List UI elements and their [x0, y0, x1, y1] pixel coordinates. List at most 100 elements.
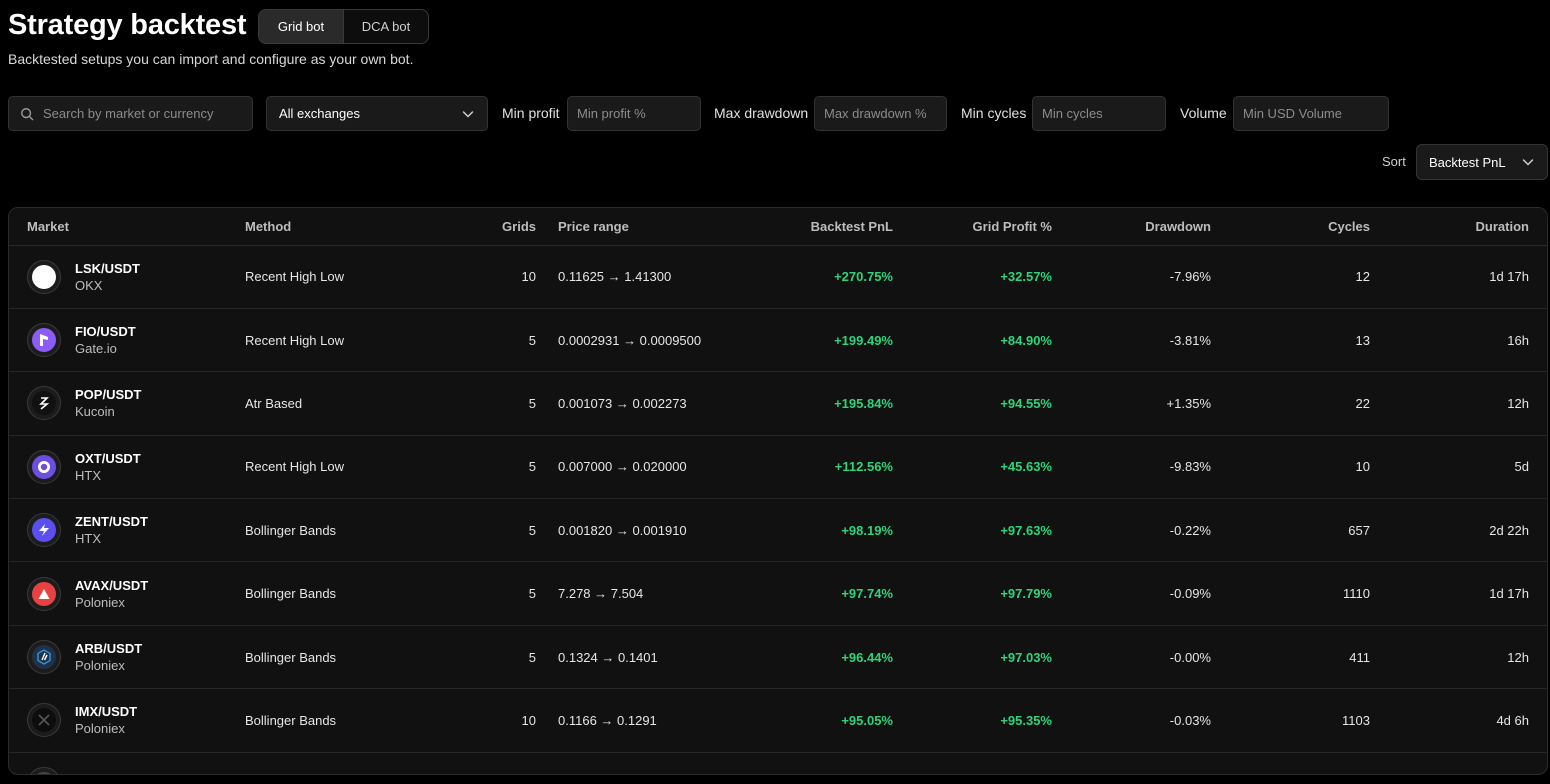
method-cell: Bollinger Bands [245, 561, 477, 626]
market-cell: LSK/USDT OKX [27, 259, 245, 294]
backtest-pnl-cell: +95.05% [756, 688, 893, 753]
table-row[interactable]: ZENT/USDT HTX Bollinger Bands 5 0.001820 → 0… [9, 498, 1547, 563]
price-range-cell: 0.007000 → 0.020000 [558, 435, 756, 500]
market-exchange: HTX [75, 467, 101, 483]
col-market[interactable]: Market [9, 208, 245, 246]
col-price-range[interactable]: Price range [558, 208, 756, 246]
market-cell: FIO/USDT Gate.io [27, 323, 245, 358]
bot-type-toggle: Grid bot DCA bot [258, 9, 429, 44]
col-backtest-pnl[interactable]: Backtest PnL [756, 208, 893, 246]
col-grids[interactable]: Grids [477, 208, 536, 246]
search-input[interactable] [34, 106, 252, 121]
market-pair: FIO/USDT [75, 324, 136, 340]
sort-select-value: Backtest PnL [1429, 154, 1506, 170]
grids-cell [477, 752, 536, 774]
grid-profit-cell: +84.90% [893, 308, 1052, 373]
table-row[interactable]: FIO/USDT Gate.io Recent High Low 5 0.0002931… [9, 308, 1547, 373]
coin-avatar [27, 766, 61, 774]
drawdown-cell: -3.81% [1052, 308, 1211, 373]
coin-avatar [27, 703, 61, 738]
coin-avatar [27, 576, 61, 611]
grid-profit-cell: +32.57% [893, 245, 1052, 309]
tab-dca-bot[interactable]: DCA bot [344, 10, 428, 43]
cycles-cell: 22 [1211, 371, 1370, 436]
coin-avatar [27, 640, 61, 675]
max-drawdown-input[interactable] [815, 106, 946, 121]
price-range-cell: 0.0002931 → 0.0009500 [558, 308, 756, 373]
method-cell: Atr Based [245, 371, 477, 436]
min-cycles-label: Min cycles [961, 105, 1027, 121]
duration-cell: 2d 22h [1370, 498, 1529, 563]
grid-profit-cell [893, 752, 1052, 774]
min-profit-label: Min profit [502, 105, 560, 121]
table-row[interactable]: IMX/USDT Poloniex Bollinger Bands 10 0.1166 … [9, 688, 1547, 753]
price-range-cell: 0.001820 → 0.001910 [558, 498, 756, 563]
min-cycles-input[interactable] [1033, 106, 1165, 121]
backtest-pnl-cell [756, 752, 893, 774]
market-pair: AVAX/USDT [75, 577, 149, 593]
search-icon [21, 107, 34, 120]
drawdown-cell: -0.03% [1052, 688, 1211, 753]
grid-profit-cell: +45.63% [893, 435, 1052, 500]
drawdown-cell: -0.00% [1052, 625, 1211, 690]
backtest-pnl-cell: +112.56% [756, 435, 893, 500]
table-header-row: Market Method Grids Price range Backtest… [9, 208, 1547, 246]
backtest-pnl-cell: +270.75% [756, 245, 893, 309]
col-duration[interactable]: Duration [1370, 208, 1529, 246]
cycles-cell: 10 [1211, 435, 1370, 500]
volume-input[interactable] [1234, 106, 1388, 121]
pop-logo-icon [32, 391, 56, 416]
market-pair: POP/USDT [75, 387, 142, 403]
table-row[interactable]: LSK/USDT OKX Recent High Low 10 0.11625 → 1.… [9, 245, 1547, 309]
col-drawdown[interactable]: Drawdown [1052, 208, 1211, 246]
duration-cell [1370, 752, 1529, 774]
market-pair: ZENT/USDT [75, 514, 148, 530]
col-grid-profit[interactable]: Grid Profit % [893, 208, 1052, 246]
market-exchange: Gate.io [75, 341, 117, 357]
col-method[interactable]: Method [245, 208, 477, 246]
market-pair: LSK/USDT [75, 260, 140, 276]
price-range-cell: 0.11625 → 1.41300 [558, 245, 756, 309]
grid-profit-cell: +97.79% [893, 561, 1052, 626]
table-row[interactable]: BEAMX/USDT [9, 752, 1547, 774]
grids-cell: 5 [477, 625, 536, 690]
market-cell: ARB/USDT Poloniex [27, 640, 245, 675]
market-cell: IMX/USDT Poloniex [27, 703, 245, 738]
drawdown-cell: -9.83% [1052, 435, 1211, 500]
price-range-cell [558, 752, 756, 774]
table-row[interactable]: OXT/USDT HTX Recent High Low 5 0.007000 → 0.… [9, 435, 1547, 500]
zent-logo-icon [32, 518, 56, 543]
sort-select[interactable]: Backtest PnL [1416, 144, 1548, 180]
table-row[interactable]: ARB/USDT Poloniex Bollinger Bands 5 0.1324 →… [9, 625, 1547, 690]
market-cell: AVAX/USDT Poloniex [27, 576, 245, 611]
backtest-pnl-cell: +199.49% [756, 308, 893, 373]
col-cycles[interactable]: Cycles [1211, 208, 1370, 246]
method-cell: Recent High Low [245, 245, 477, 309]
price-range-cell: 0.001073 → 0.002273 [558, 371, 756, 436]
backtest-pnl-cell: +195.84% [756, 371, 893, 436]
price-range-cell: 0.1166 → 0.1291 [558, 688, 756, 753]
cycles-cell: 1103 [1211, 688, 1370, 753]
oxt-logo-icon [32, 454, 56, 479]
beamx-logo-icon [32, 771, 56, 774]
page-subtitle: Backtested setups you can import and con… [8, 51, 414, 67]
backtest-pnl-cell: +96.44% [756, 625, 893, 690]
backtest-pnl-cell: +98.19% [756, 498, 893, 563]
table-row[interactable]: POP/USDT Kucoin Atr Based 5 0.001073 → 0.002… [9, 371, 1547, 436]
cycles-cell: 657 [1211, 498, 1370, 563]
exchange-select[interactable]: All exchanges [266, 96, 488, 131]
table-row[interactable]: AVAX/USDT Poloniex Bollinger Bands 5 7.278 →… [9, 561, 1547, 626]
max-drawdown-field [814, 96, 947, 131]
market-pair: IMX/USDT [75, 704, 138, 720]
cycles-cell [1211, 752, 1370, 774]
min-profit-input[interactable] [568, 106, 700, 121]
tab-grid-bot[interactable]: Grid bot [259, 10, 344, 43]
imx-logo-icon [32, 708, 56, 733]
volume-label: Volume [1180, 105, 1227, 121]
drawdown-cell: -7.96% [1052, 245, 1211, 309]
grids-cell: 5 [477, 498, 536, 563]
duration-cell: 1d 17h [1370, 245, 1529, 309]
grid-profit-cell: +97.03% [893, 625, 1052, 690]
coin-avatar [27, 259, 61, 294]
drawdown-cell [1052, 752, 1211, 774]
